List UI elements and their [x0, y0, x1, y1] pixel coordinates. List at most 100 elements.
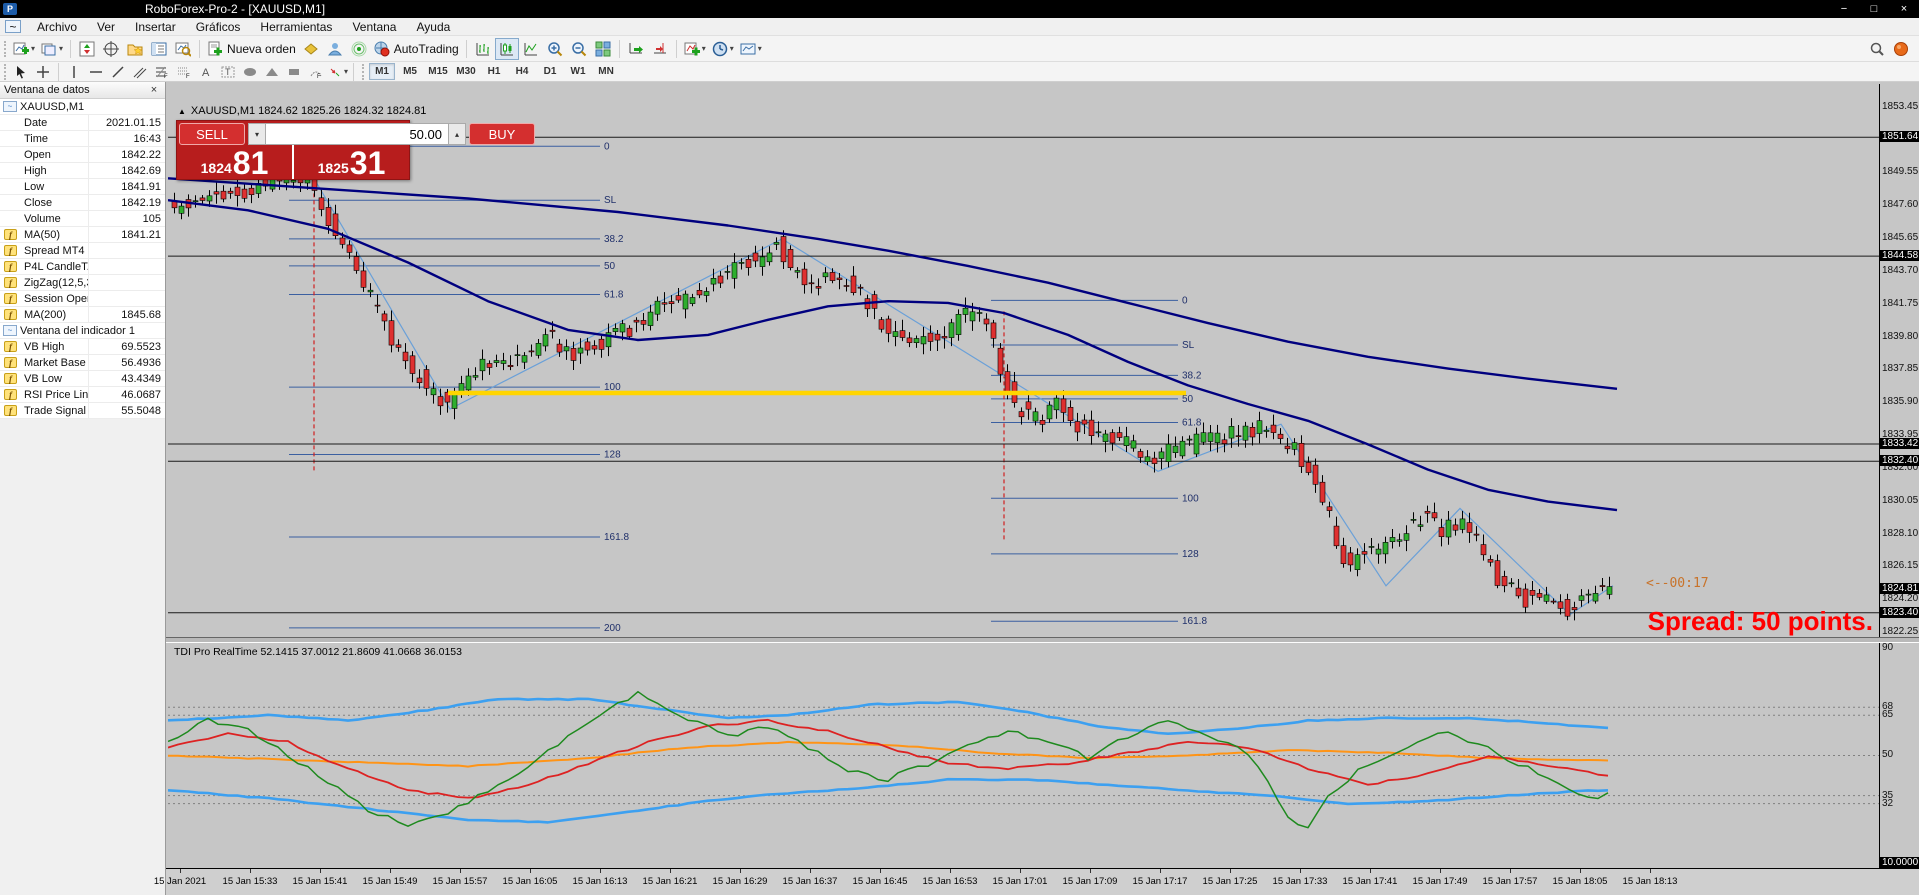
chart-menu-icon[interactable]: ~: [5, 20, 21, 33]
buy-button[interactable]: BUY: [469, 123, 535, 145]
zoom-in-button[interactable]: [543, 38, 567, 60]
autotrading-button[interactable]: AutoTrading: [371, 38, 462, 60]
close-button[interactable]: ×: [1889, 3, 1919, 15]
profiles-button[interactable]: ▾: [38, 38, 66, 60]
menu-ayuda[interactable]: Ayuda: [406, 19, 460, 35]
minimize-button[interactable]: −: [1829, 3, 1859, 15]
maximize-button[interactable]: □: [1859, 3, 1889, 15]
svg-text:A: A: [202, 67, 210, 79]
channel-icon: [133, 65, 147, 79]
trendline-icon: [111, 65, 125, 79]
arrows-button[interactable]: ▾: [327, 63, 349, 81]
periods-button[interactable]: ▾: [709, 38, 737, 60]
buy-price[interactable]: 182531: [294, 145, 409, 179]
indicator-chart[interactable]: [168, 643, 1879, 868]
trendline-button[interactable]: [107, 63, 129, 81]
timeframe-h4-button[interactable]: H4: [509, 63, 535, 80]
candlestick-button[interactable]: [495, 38, 519, 60]
new-chart-button[interactable]: ▾: [10, 38, 38, 60]
channel-button[interactable]: [129, 63, 151, 81]
time-axis-tick: [180, 869, 181, 873]
table-row: Open1842.22: [0, 147, 165, 163]
toolbar-grip[interactable]: [4, 41, 6, 57]
horizontal-line-button[interactable]: [85, 63, 107, 81]
indicator-axis-tick: 90: [1882, 643, 1893, 653]
strategy-tester-button[interactable]: [171, 38, 195, 60]
metaeditor-button[interactable]: [299, 38, 323, 60]
svg-text:SL: SL: [1182, 340, 1195, 351]
volume-down-button[interactable]: ▾: [248, 123, 266, 145]
indicator-header: TDI Pro RealTime 52.1415 37.0012 21.8609…: [174, 646, 462, 658]
collapse-one-click-icon[interactable]: ▲: [178, 107, 186, 116]
close-data-window-button[interactable]: ×: [147, 84, 161, 96]
market-watch-button[interactable]: [75, 38, 99, 60]
line-chart-button[interactable]: [519, 38, 543, 60]
timeframe-w1-button[interactable]: W1: [565, 63, 591, 80]
time-axis[interactable]: 15 Jan 202115 Jan 15:3315 Jan 15:4115 Ja…: [166, 869, 1919, 895]
menu-ventana[interactable]: Ventana: [342, 19, 406, 35]
sell-button[interactable]: SELL: [179, 123, 245, 145]
menu-archivo[interactable]: Archivo: [27, 19, 87, 35]
time-axis-tick: [1230, 869, 1231, 873]
search-button[interactable]: [1865, 38, 1889, 60]
timeframe-d1-button[interactable]: D1: [537, 63, 563, 80]
bar-chart-button[interactable]: [471, 38, 495, 60]
time-axis-tick: [460, 869, 461, 873]
auto-scroll-button[interactable]: [624, 38, 648, 60]
toolbar-grip[interactable]: [4, 64, 6, 80]
vertical-line-button[interactable]: [63, 63, 85, 81]
fibo-arcs-icon: F: [309, 65, 323, 79]
text-label-icon: T: [221, 65, 235, 79]
navigator-button[interactable]: [123, 38, 147, 60]
fibo-grid-button[interactable]: F: [173, 63, 195, 81]
app-icon: P: [3, 3, 17, 15]
timeframe-h1-button[interactable]: H1: [481, 63, 507, 80]
menu-insertar[interactable]: Insertar: [125, 19, 186, 35]
chart-shift-icon: [652, 41, 668, 57]
timeframe-m30-button[interactable]: M30: [453, 63, 479, 80]
menu-ver[interactable]: Ver: [87, 19, 125, 35]
timeframe-mn-button[interactable]: MN: [593, 63, 619, 80]
ellipse-button[interactable]: [239, 63, 261, 81]
tile-windows-button[interactable]: [591, 38, 615, 60]
menu-graficos[interactable]: Gráficos: [186, 19, 251, 35]
price-axis-tick: 1853.45: [1882, 101, 1918, 112]
fibonacci-button[interactable]: F: [151, 63, 173, 81]
timeframe-m1-button[interactable]: M1: [369, 63, 395, 80]
rectangle-button[interactable]: [283, 63, 305, 81]
cursor-button[interactable]: [10, 63, 32, 81]
zoom-out-button[interactable]: [567, 38, 591, 60]
signals-button[interactable]: [347, 38, 371, 60]
main-chart[interactable]: 0SL38.25061.8100128161.82000SL38.25061.8…: [168, 84, 1879, 637]
svg-text:38.2: 38.2: [604, 234, 624, 245]
volume-input[interactable]: [266, 123, 448, 145]
menu-herramientas[interactable]: Herramientas: [250, 19, 342, 35]
data-window-button[interactable]: [99, 38, 123, 60]
time-axis-label: 15 Jan 16:37: [783, 876, 838, 887]
timeframe-m5-button[interactable]: M5: [397, 63, 423, 80]
new-order-button[interactable]: Nueva orden: [204, 38, 299, 60]
help-button[interactable]: [1889, 38, 1913, 60]
toolbar-grip[interactable]: [362, 64, 364, 80]
text-label-button[interactable]: T: [217, 63, 239, 81]
time-axis-label: 15 Jan 15:33: [223, 876, 278, 887]
triangle-button[interactable]: [261, 63, 283, 81]
volume-up-button[interactable]: ▴: [448, 123, 466, 145]
time-axis-label: 15 Jan 17:17: [1133, 876, 1188, 887]
terminal-button[interactable]: [147, 38, 171, 60]
indicators-button[interactable]: ▾: [681, 38, 709, 60]
chart-shift-button[interactable]: [648, 38, 672, 60]
text-button[interactable]: A: [195, 63, 217, 81]
fibo-arcs-button[interactable]: F: [305, 63, 327, 81]
time-axis-tick: [880, 869, 881, 873]
price-axis[interactable]: 1853.451849.551847.601845.651843.701841.…: [1880, 84, 1919, 637]
community-button[interactable]: [323, 38, 347, 60]
time-axis-label: 15 Jan 17:33: [1273, 876, 1328, 887]
indicator-axis[interactable]: 90686550353210.0000: [1880, 643, 1919, 868]
templates-button[interactable]: ▾: [737, 38, 765, 60]
time-axis-label: 15 Jan 17:09: [1063, 876, 1118, 887]
timeframe-m15-button[interactable]: M15: [425, 63, 451, 80]
sell-price[interactable]: 182481: [177, 145, 294, 179]
crosshair-button[interactable]: [32, 63, 54, 81]
time-axis-tick: [1370, 869, 1371, 873]
